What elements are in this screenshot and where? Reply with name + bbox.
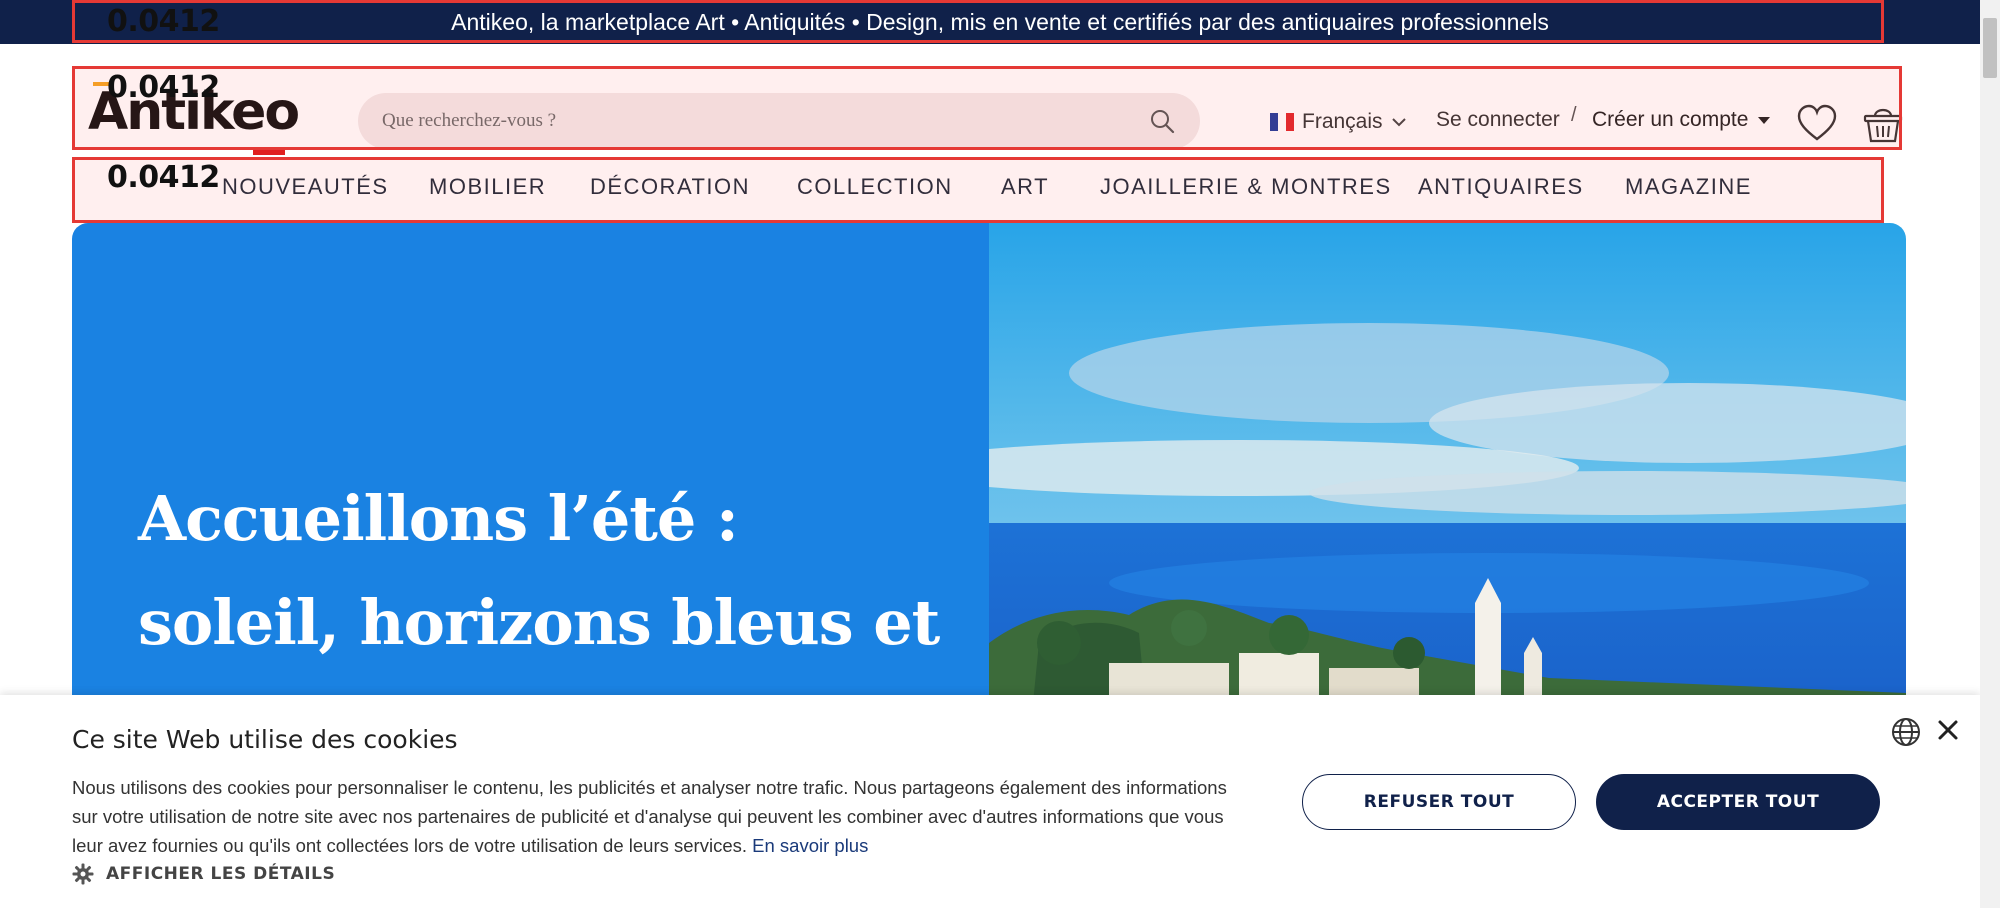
page-scrollbar[interactable]: [1980, 0, 2000, 908]
hero-painting: [989, 223, 1906, 743]
hero-text-panel: Accueillons l’été : soleil, horizons ble…: [72, 223, 989, 743]
globe-icon[interactable]: [1890, 716, 1922, 748]
learn-more-link[interactable]: En savoir plus: [752, 835, 868, 856]
highlight-score-tag: 0.0412: [107, 160, 220, 195]
refuse-all-button[interactable]: REFUSER TOUT: [1302, 774, 1576, 830]
highlight-box-header: [72, 66, 1902, 150]
close-icon[interactable]: [1934, 716, 1962, 744]
show-details-label: AFFICHER LES DÉTAILS: [106, 864, 336, 884]
cookie-title: Ce site Web utilise des cookies: [72, 725, 458, 754]
cookie-body: Nous utilisons des cookies pour personna…: [72, 773, 1232, 860]
gear-icon: [72, 863, 94, 885]
highlight-box-announcement: [72, 0, 1884, 43]
hero-banner[interactable]: Accueillons l’été : soleil, horizons ble…: [72, 223, 1906, 743]
highlight-score-tag: 0.0412: [107, 4, 220, 39]
scrollbar-thumb[interactable]: [1983, 18, 1997, 78]
cookie-banner: Ce site Web utilise des cookies Nous uti…: [0, 695, 1980, 908]
highlight-box-nav: [72, 157, 1884, 223]
accept-all-button[interactable]: ACCEPTER TOUT: [1596, 774, 1880, 830]
cookie-body-text: Nous utilisons des cookies pour personna…: [72, 777, 1227, 856]
highlight-score-tag: 0.0412: [107, 70, 220, 105]
show-details-toggle[interactable]: AFFICHER LES DÉTAILS: [72, 863, 335, 885]
